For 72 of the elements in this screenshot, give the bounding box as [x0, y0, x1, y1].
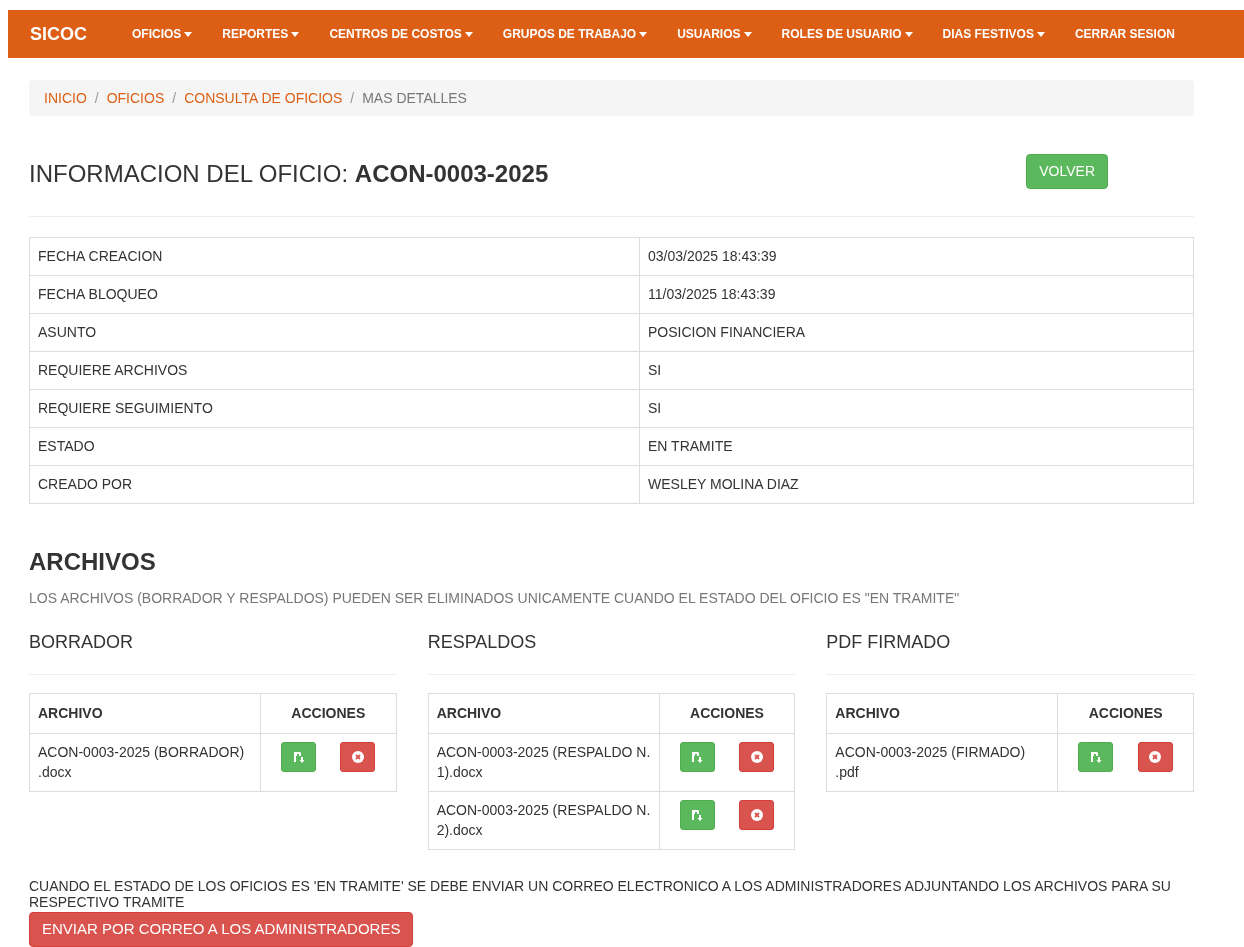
- download-icon: [691, 809, 704, 821]
- remove-icon: [351, 751, 364, 763]
- caret-icon: [1036, 31, 1045, 37]
- breadcrumb-current: MAS DETALLES: [362, 88, 467, 108]
- download-button[interactable]: [679, 800, 715, 830]
- file-name-cell: ACON-0003-2025 (RESPALDO N. 1).docx: [428, 733, 660, 792]
- files-note: LOS ARCHIVOS (BORRADOR Y RESPALDOS) PUEDEN SER ELIMINADOS UNICAMENTE CUANDO EL ESTADO DEL OFICIO ES "EN TRAMITE": [29, 589, 961, 608]
- nav-menu-item[interactable]: OFICIOS: [117, 25, 208, 43]
- detail-value: POSICION FINANCIERA: [639, 313, 1194, 352]
- detail-label: REQUIERE SEGUIMIENTO: [29, 389, 640, 428]
- column-header: ACCIONES: [260, 693, 397, 734]
- section-heading: ARCHIVOS: [29, 547, 157, 577]
- nav-menu-item[interactable]: USUARIOS: [662, 25, 767, 43]
- section-title: BORRADOR: [29, 631, 134, 654]
- column-header: ARCHIVO: [29, 693, 261, 734]
- remove-icon: [750, 809, 763, 821]
- caret-icon: [639, 31, 648, 37]
- breadcrumb-separator: /: [349, 88, 356, 108]
- column-header: ACCIONES: [1057, 693, 1194, 734]
- section-title: PDF FIRMADO: [826, 631, 952, 654]
- nav-menu-item[interactable]: CERRAR SESION: [1059, 25, 1190, 43]
- nav-menu-item[interactable]: ROLES DE USUARIO: [766, 25, 928, 43]
- nav-menu-item[interactable]: GRUPOS DE TRABAJO: [487, 25, 663, 43]
- column-header: ARCHIVO: [428, 693, 660, 734]
- detail-value: 11/03/2025 18:43:39: [639, 275, 1194, 314]
- send-email-button[interactable]: ENVIAR POR CORREO A LOS ADMINISTRADORES: [29, 912, 414, 947]
- email-note: CUANDO EL ESTADO DE LOS OFICIOS ES 'EN TRAMITE' SE DEBE ENVIAR UN CORREO ELECTRONICO A LOS ADMINISTRADORES ADJUNTANDO LOS ARCHIVOS PARA SU RESPECTIVO TRAMITE: [29, 878, 1172, 910]
- detail-label: FECHA BLOQUEO: [29, 275, 640, 314]
- detail-label: ASUNTO: [29, 313, 640, 352]
- detail-value: SI: [639, 351, 1194, 390]
- nav-menu-item[interactable]: REPORTES: [207, 25, 315, 43]
- caret-icon: [743, 31, 752, 37]
- page-title: INFORMACION DEL OFICIO: ACON-0003-2025: [29, 159, 549, 189]
- breadcrumb-link[interactable]: INICIO: [44, 87, 87, 109]
- detail-label: CREADO POR: [29, 465, 640, 504]
- delete-button[interactable]: [739, 742, 775, 772]
- breadcrumb-link[interactable]: OFICIOS: [106, 87, 165, 109]
- back-button[interactable]: VOLVER: [1026, 154, 1108, 189]
- breadcrumb-separator: /: [171, 88, 178, 108]
- download-icon: [691, 751, 704, 763]
- detail-label: REQUIERE ARCHIVOS: [29, 351, 640, 390]
- delete-button[interactable]: [739, 800, 775, 830]
- delete-button[interactable]: [340, 742, 376, 772]
- caret-icon: [904, 31, 913, 37]
- download-icon: [292, 751, 305, 763]
- detail-value: 03/03/2025 18:43:39: [639, 237, 1194, 276]
- file-name-cell: ACON-0003-2025 (FIRMADO) .pdf: [826, 733, 1058, 792]
- detail-label: ESTADO: [29, 427, 640, 466]
- caret-icon: [464, 31, 473, 37]
- remove-icon: [1149, 751, 1162, 763]
- download-button[interactable]: [1078, 742, 1114, 772]
- caret-icon: [184, 31, 193, 37]
- detail-value: EN TRAMITE: [639, 427, 1194, 466]
- file-name-cell: ACON-0003-2025 (RESPALDO N. 2).docx: [428, 791, 660, 850]
- section-title: RESPALDOS: [427, 631, 538, 654]
- download-button[interactable]: [281, 742, 317, 772]
- column-header: ACCIONES: [659, 693, 795, 734]
- nav-menu-item[interactable]: CENTROS DE COSTOS: [314, 25, 488, 43]
- column-header: ARCHIVO: [826, 693, 1058, 734]
- brand-link[interactable]: SICOC: [30, 20, 87, 48]
- delete-button[interactable]: [1137, 742, 1173, 772]
- caret-icon: [291, 31, 300, 37]
- breadcrumb-separator: /: [93, 88, 100, 108]
- remove-icon: [750, 751, 763, 763]
- detail-value: SI: [639, 389, 1194, 428]
- detail-value: WESLEY MOLINA DIAZ: [639, 465, 1194, 504]
- nav-menu-item[interactable]: DIAS FESTIVOS: [927, 25, 1060, 43]
- download-button[interactable]: [679, 742, 715, 772]
- detail-label: FECHA CREACION: [29, 237, 640, 276]
- file-name-cell: ACON-0003-2025 (BORRADOR) .docx: [29, 733, 261, 792]
- download-icon: [1089, 751, 1102, 763]
- breadcrumb-link[interactable]: CONSULTA DE OFICIOS: [184, 87, 343, 109]
